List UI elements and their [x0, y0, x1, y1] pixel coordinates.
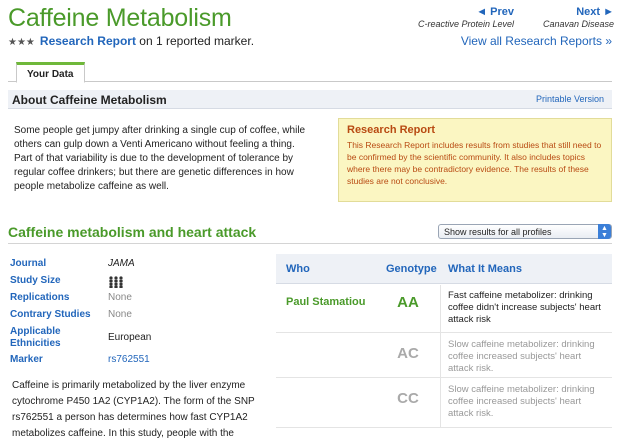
- prev-link[interactable]: ◄ Prev: [416, 6, 514, 18]
- printable-version-link[interactable]: Printable Version: [536, 94, 604, 104]
- journal-value: JAMA: [108, 258, 135, 269]
- prev-nav[interactable]: ◄ Prev C-reactive Protein Level: [416, 6, 514, 29]
- report-summary: ★★★ Research Report on 1 reported marker.: [8, 34, 254, 48]
- notice-body: This Research Report includes results fr…: [347, 140, 602, 186]
- section-divider: [8, 243, 612, 244]
- header-genotype: Genotype: [386, 254, 446, 284]
- next-nav[interactable]: Next ► Canavan Disease: [522, 6, 614, 29]
- row-genotype: AA: [397, 294, 419, 311]
- confidence-stars-icon: ★★★: [8, 37, 35, 48]
- ethnicities-label-line1: Applicable: [10, 326, 61, 337]
- header-who: Who: [276, 254, 376, 284]
- marker-label[interactable]: Marker: [10, 354, 100, 366]
- people-group-icon: [108, 276, 124, 291]
- about-text: Some people get jumpy after drinking a s…: [14, 125, 306, 192]
- column-divider: [440, 285, 441, 332]
- page-title: Caffeine Metabolism: [8, 4, 232, 32]
- table-row: AC Slow caffeine metabolizer: drinking c…: [276, 333, 612, 378]
- tab-your-data[interactable]: Your Data: [16, 62, 85, 83]
- header-meaning-label: What It Means: [448, 263, 522, 275]
- contrary-studies-value: None: [108, 309, 132, 320]
- research-report-notice: Research Report This Research Report inc…: [338, 118, 612, 202]
- prev-subtitle: C-reactive Protein Level: [417, 19, 514, 29]
- table-row: Paul Stamatiou AA Fast caffeine metaboli…: [276, 285, 612, 333]
- ethnicities-label[interactable]: Applicable Ethnicities: [10, 326, 100, 350]
- table-row: CC Slow caffeine metabolizer: drinking c…: [276, 378, 612, 428]
- header-meaning: What It Means: [448, 254, 608, 284]
- about-header: About Caffeine Metabolism Printable Vers…: [8, 90, 612, 109]
- column-divider: [440, 378, 441, 427]
- research-report-link[interactable]: Research Report: [40, 34, 136, 48]
- contrary-studies-label[interactable]: Contrary Studies: [10, 309, 100, 321]
- row-who: Paul Stamatiou: [286, 296, 366, 308]
- next-subtitle: Canavan Disease: [542, 19, 614, 29]
- about-title: About Caffeine Metabolism: [12, 93, 167, 107]
- header-who-label: Who: [286, 263, 310, 275]
- replications-label[interactable]: Replications: [10, 292, 100, 304]
- profile-select-value: Show results for all profiles: [444, 227, 552, 237]
- view-all-reports-link[interactable]: View all Research Reports »: [461, 34, 612, 48]
- row-genotype: AC: [397, 345, 419, 362]
- tab-bar: Your Data: [8, 62, 612, 83]
- profile-select[interactable]: Show results for all profiles ▲ ▼: [438, 224, 612, 239]
- row-meaning: Slow caffeine metabolizer: drinking coff…: [448, 384, 595, 419]
- notice-title: Research Report: [347, 124, 436, 136]
- header-genotype-label: Genotype: [386, 263, 437, 275]
- marker-link[interactable]: rs762551: [108, 354, 150, 365]
- ethnicities-value: European: [108, 332, 152, 343]
- journal-label[interactable]: Journal: [10, 258, 100, 270]
- study-size-label[interactable]: Study Size: [10, 275, 100, 287]
- report-suffix: on 1 reported marker.: [139, 34, 255, 48]
- replications-value: None: [108, 292, 132, 303]
- column-divider: [440, 333, 441, 377]
- row-genotype: CC: [397, 390, 419, 407]
- ethnicities-label-line2: Ethnicities: [10, 338, 61, 349]
- select-arrows-icon: ▲ ▼: [598, 224, 611, 239]
- row-meaning: Fast caffeine metabolizer: drinking coff…: [448, 290, 601, 325]
- study-description: Caffeine is primarily metabolized by the…: [12, 380, 255, 439]
- row-meaning: Slow caffeine metabolizer: drinking coff…: [448, 339, 595, 374]
- section-title: Caffeine metabolism and heart attack: [8, 224, 257, 240]
- next-link[interactable]: Next ►: [522, 6, 614, 18]
